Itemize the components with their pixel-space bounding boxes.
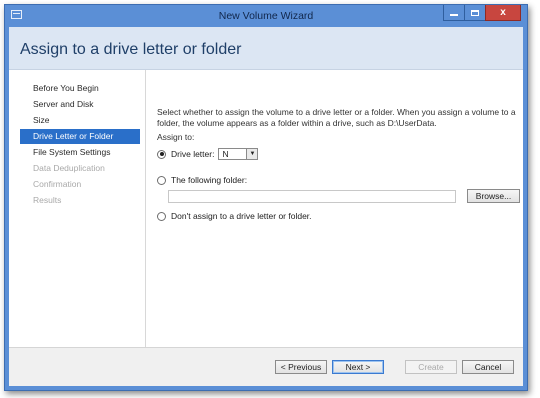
- title-bar[interactable]: New Volume Wizard x: [5, 5, 527, 27]
- nav-item-file-system-settings[interactable]: File System Settings: [20, 145, 140, 160]
- close-icon: x: [500, 7, 506, 18]
- description-text: Select whether to assign the volume to a…: [157, 107, 516, 128]
- nav-item-results: Results: [33, 195, 62, 205]
- previous-button[interactable]: < Previous: [275, 360, 327, 374]
- wizard-window: New Volume Wizard x Assign to a drive le…: [4, 4, 528, 391]
- nav-divider: [145, 70, 146, 358]
- drive-letter-option[interactable]: Drive letter: N ▼: [157, 148, 259, 160]
- page-header: Assign to a drive letter or folder: [9, 27, 523, 69]
- nav-item-before-you-begin[interactable]: Before You Begin: [20, 81, 140, 96]
- caption-buttons: x: [443, 5, 521, 22]
- no-assignment-radio[interactable]: [157, 211, 166, 221]
- folder-path-input[interactable]: [168, 190, 456, 203]
- browse-button[interactable]: Browse...: [467, 189, 520, 203]
- nav-item-data-deduplication: Data Deduplication: [33, 163, 105, 173]
- create-button: Create: [405, 360, 457, 374]
- assign-to-label: Assign to:: [157, 132, 195, 142]
- folder-radio[interactable]: [157, 175, 166, 185]
- client-area: Assign to a drive letter or folder Befor…: [9, 27, 523, 386]
- wizard-nav: Before You Begin Server and Disk Size Dr…: [9, 70, 140, 358]
- minimize-button[interactable]: [443, 5, 465, 21]
- nav-item-drive-letter-or-folder[interactable]: Drive Letter or Folder: [20, 129, 140, 144]
- cancel-button[interactable]: Cancel: [462, 360, 514, 374]
- next-button[interactable]: Next >: [332, 360, 384, 374]
- chevron-down-icon[interactable]: ▼: [246, 149, 258, 159]
- drive-letter-select[interactable]: N ▼: [218, 148, 259, 160]
- minimize-icon: [450, 14, 458, 16]
- nav-item-server-and-disk[interactable]: Server and Disk: [20, 97, 140, 112]
- drive-letter-radio[interactable]: [157, 149, 166, 159]
- drive-letter-label: Drive letter:: [171, 149, 215, 159]
- no-assignment-label: Don't assign to a drive letter or folder…: [171, 211, 312, 221]
- drive-letter-value: N: [222, 149, 229, 159]
- nav-item-size[interactable]: Size: [20, 113, 140, 128]
- maximize-icon: [471, 9, 479, 16]
- folder-option[interactable]: The following folder:: [157, 175, 247, 185]
- maximize-button[interactable]: [464, 5, 486, 21]
- folder-label: The following folder:: [171, 175, 248, 185]
- no-assignment-option[interactable]: Don't assign to a drive letter or folder…: [157, 211, 312, 221]
- nav-item-confirmation: Confirmation: [33, 179, 82, 189]
- button-bar: < Previous Next > Create Cancel: [9, 347, 523, 386]
- close-button[interactable]: x: [485, 5, 521, 21]
- page-title: Assign to a drive letter or folder: [20, 41, 242, 58]
